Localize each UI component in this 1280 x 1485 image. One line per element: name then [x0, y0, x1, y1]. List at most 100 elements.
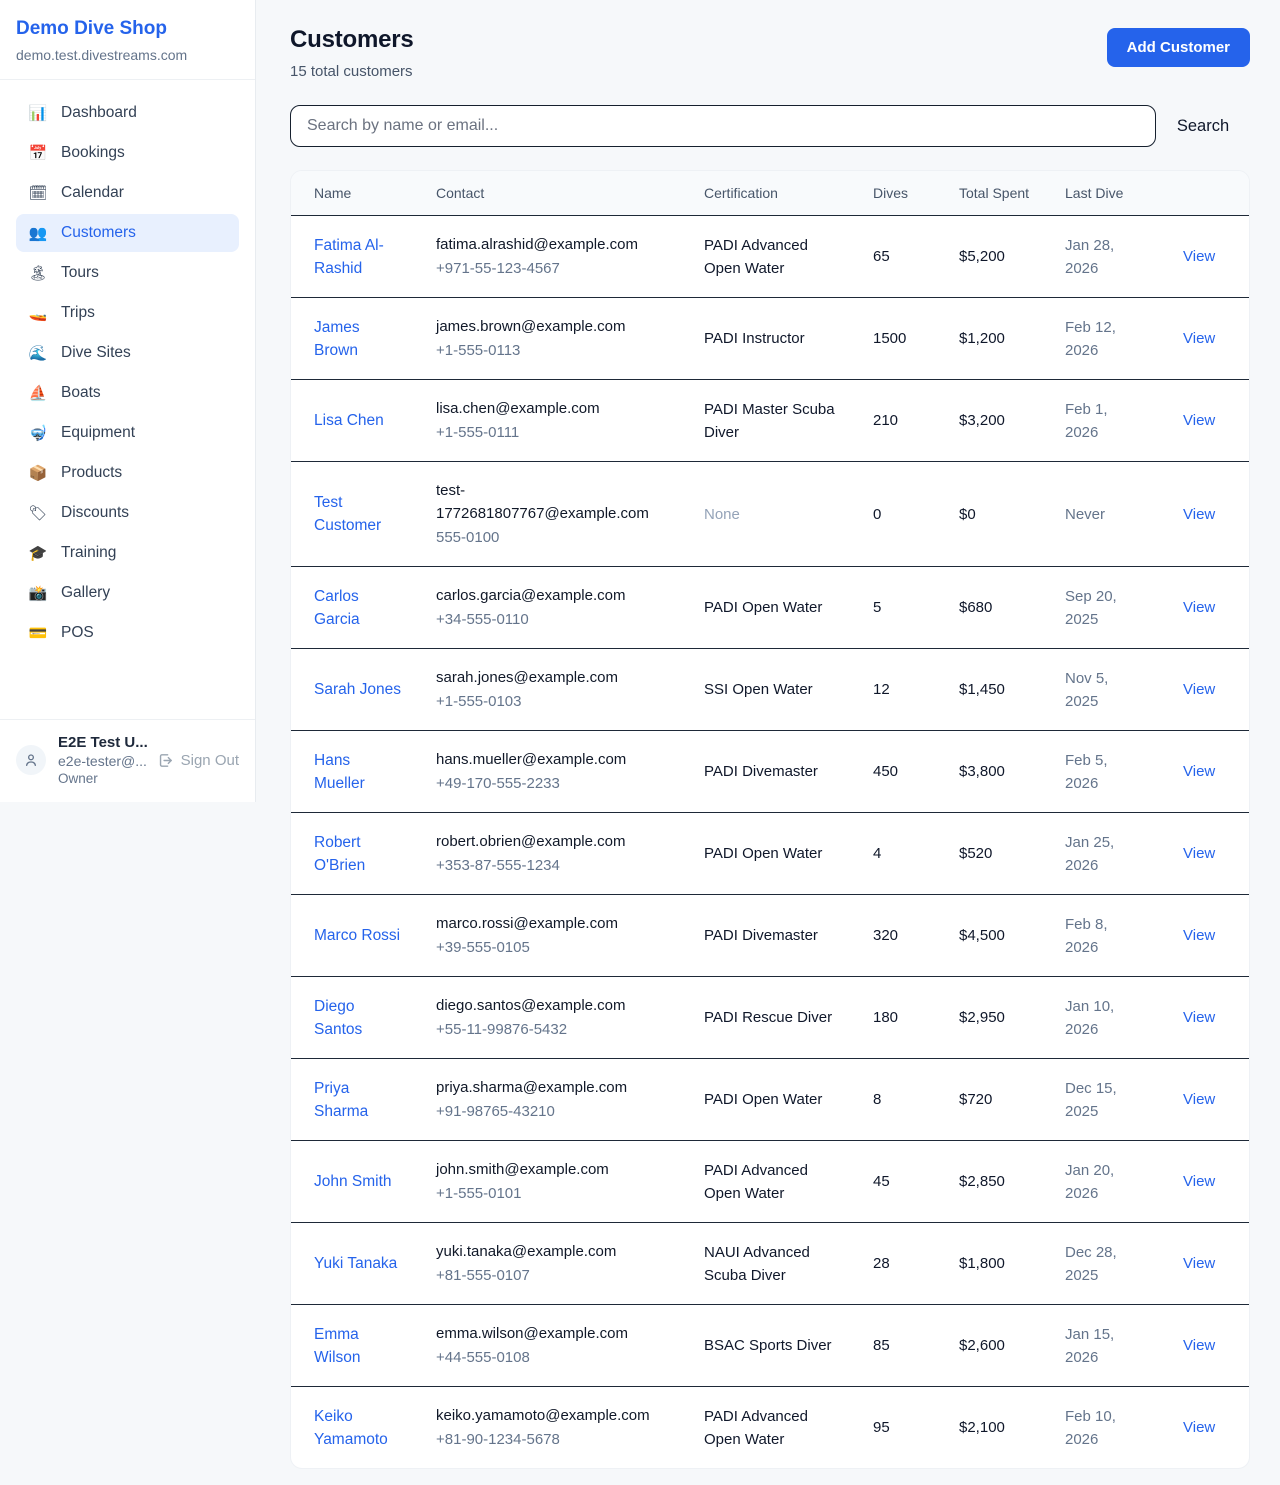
table-row: Robert O'Brien robert.obrien@example.com…: [291, 813, 1249, 895]
customer-name-link[interactable]: Priya Sharma: [314, 1080, 368, 1120]
table-row: Marco Rossi marco.rossi@example.com +39-…: [291, 895, 1249, 977]
customer-name-link[interactable]: Emma Wilson: [314, 1326, 361, 1366]
customer-name-link[interactable]: Diego Santos: [314, 998, 362, 1038]
customer-phone: +1-555-0103: [436, 690, 652, 713]
view-customer-link[interactable]: View: [1183, 1255, 1215, 1272]
customer-name-link[interactable]: Hans Mueller: [314, 752, 365, 792]
view-customer-link[interactable]: View: [1183, 1419, 1215, 1436]
sidebar-item-label: Dive Sites: [61, 344, 131, 362]
table-row: Yuki Tanaka yuki.tanaka@example.com +81-…: [291, 1223, 1249, 1305]
view-customer-link[interactable]: View: [1183, 1009, 1215, 1026]
user-role: Owner: [58, 771, 145, 786]
search-input[interactable]: [290, 105, 1156, 147]
sidebar: Demo Dive Shop demo.test.divestreams.com…: [0, 0, 256, 802]
sidebar-item-customers[interactable]: 👥 Customers: [16, 214, 239, 252]
customer-total-spent: $5,200: [959, 216, 1065, 298]
customers-table-card: Name Contact Certification Dives Total S…: [290, 170, 1250, 1469]
customer-email: sarah.jones@example.com: [436, 666, 652, 689]
nav-icon: 📦: [28, 466, 48, 481]
view-customer-link[interactable]: View: [1183, 248, 1215, 265]
sidebar-item-dive-sites[interactable]: 🌊 Dive Sites: [16, 334, 239, 372]
customer-dives: 45: [873, 1141, 959, 1223]
customer-name-link[interactable]: Marco Rossi: [314, 927, 400, 944]
search-button[interactable]: Search: [1156, 107, 1250, 146]
customer-last-dive: Feb 12, 2026: [1065, 298, 1171, 380]
view-customer-link[interactable]: View: [1183, 1337, 1215, 1354]
col-header-action: [1171, 171, 1249, 216]
customer-email: carlos.garcia@example.com: [436, 584, 652, 607]
customer-email: robert.obrien@example.com: [436, 830, 652, 853]
col-header-contact: Contact: [436, 171, 704, 216]
nav-icon: 🗓: [28, 186, 48, 201]
customer-total-spent: $2,850: [959, 1141, 1065, 1223]
customer-dives: 95: [873, 1387, 959, 1469]
sidebar-item-products[interactable]: 📦 Products: [16, 454, 239, 492]
sidebar-item-dashboard[interactable]: 📊 Dashboard: [16, 94, 239, 132]
sidebar-item-trips[interactable]: 🚤 Trips: [16, 294, 239, 332]
sign-out-button[interactable]: Sign Out: [157, 752, 239, 769]
customer-email: yuki.tanaka@example.com: [436, 1240, 652, 1263]
customer-name-link[interactable]: Carlos Garcia: [314, 588, 360, 628]
add-customer-button[interactable]: Add Customer: [1107, 28, 1250, 67]
customer-total-spent: $2,950: [959, 977, 1065, 1059]
table-row: Carlos Garcia carlos.garcia@example.com …: [291, 567, 1249, 649]
sidebar-item-label: Products: [61, 464, 122, 482]
sidebar-item-label: Boats: [61, 384, 101, 402]
sidebar-item-gallery[interactable]: 📸 Gallery: [16, 574, 239, 612]
view-customer-link[interactable]: View: [1183, 412, 1215, 429]
customer-name-link[interactable]: Sarah Jones: [314, 681, 401, 698]
view-customer-link[interactable]: View: [1183, 763, 1215, 780]
sidebar-item-boats[interactable]: ⛵ Boats: [16, 374, 239, 412]
customer-name-link[interactable]: Yuki Tanaka: [314, 1255, 397, 1272]
col-header-total-spent: Total Spent: [959, 171, 1065, 216]
sidebar-item-bookings[interactable]: 📅 Bookings: [16, 134, 239, 172]
customer-total-spent: $0: [959, 462, 1065, 567]
sidebar-item-tours[interactable]: 🏝 Tours: [16, 254, 239, 292]
table-row: James Brown james.brown@example.com +1-5…: [291, 298, 1249, 380]
customer-phone: +81-555-0107: [436, 1264, 652, 1287]
customer-total-spent: $3,800: [959, 731, 1065, 813]
customer-phone: +81-90-1234-5678: [436, 1428, 652, 1451]
sidebar-item-equipment[interactable]: 🤿 Equipment: [16, 414, 239, 452]
customer-dives: 12: [873, 649, 959, 731]
customer-name-link[interactable]: James Brown: [314, 319, 360, 359]
sidebar-item-pos[interactable]: 💳 POS: [16, 614, 239, 652]
view-customer-link[interactable]: View: [1183, 506, 1215, 523]
view-customer-link[interactable]: View: [1183, 845, 1215, 862]
customer-certification: PADI Open Water: [704, 1059, 873, 1141]
sidebar-item-label: Bookings: [61, 144, 125, 162]
sidebar-item-label: Equipment: [61, 424, 135, 442]
view-customer-link[interactable]: View: [1183, 330, 1215, 347]
customer-name-link[interactable]: Robert O'Brien: [314, 834, 365, 874]
view-customer-link[interactable]: View: [1183, 1091, 1215, 1108]
customer-certification: PADI Rescue Diver: [704, 977, 873, 1059]
customer-name-link[interactable]: Keiko Yamamoto: [314, 1408, 388, 1448]
customer-dives: 180: [873, 977, 959, 1059]
customer-dives: 320: [873, 895, 959, 977]
sidebar-item-label: Dashboard: [61, 104, 137, 122]
person-icon: [23, 752, 39, 768]
view-customer-link[interactable]: View: [1183, 1173, 1215, 1190]
customer-dives: 5: [873, 567, 959, 649]
nav-icon: 🎓: [28, 546, 48, 561]
sidebar-item-discounts[interactable]: 🏷 Discounts: [16, 494, 239, 532]
view-customer-link[interactable]: View: [1183, 599, 1215, 616]
sidebar-item-label: Tours: [61, 264, 99, 282]
page-header: Customers 15 total customers Add Custome…: [290, 26, 1250, 80]
customer-certification: PADI Instructor: [704, 298, 873, 380]
sidebar-item-training[interactable]: 🎓 Training: [16, 534, 239, 572]
col-header-name: Name: [291, 171, 436, 216]
customer-name-link[interactable]: Lisa Chen: [314, 412, 384, 429]
nav-icon: 📅: [28, 146, 48, 161]
customer-name-link[interactable]: Fatima Al-Rashid: [314, 237, 384, 277]
table-row: Lisa Chen lisa.chen@example.com +1-555-0…: [291, 380, 1249, 462]
customer-total-spent: $520: [959, 813, 1065, 895]
customer-name-link[interactable]: Test Customer: [314, 494, 381, 534]
customer-email: emma.wilson@example.com: [436, 1322, 652, 1345]
customer-phone: +1-555-0111: [436, 421, 652, 444]
sign-out-label: Sign Out: [181, 752, 239, 769]
sidebar-item-calendar[interactable]: 🗓 Calendar: [16, 174, 239, 212]
customer-name-link[interactable]: John Smith: [314, 1173, 392, 1190]
view-customer-link[interactable]: View: [1183, 681, 1215, 698]
view-customer-link[interactable]: View: [1183, 927, 1215, 944]
